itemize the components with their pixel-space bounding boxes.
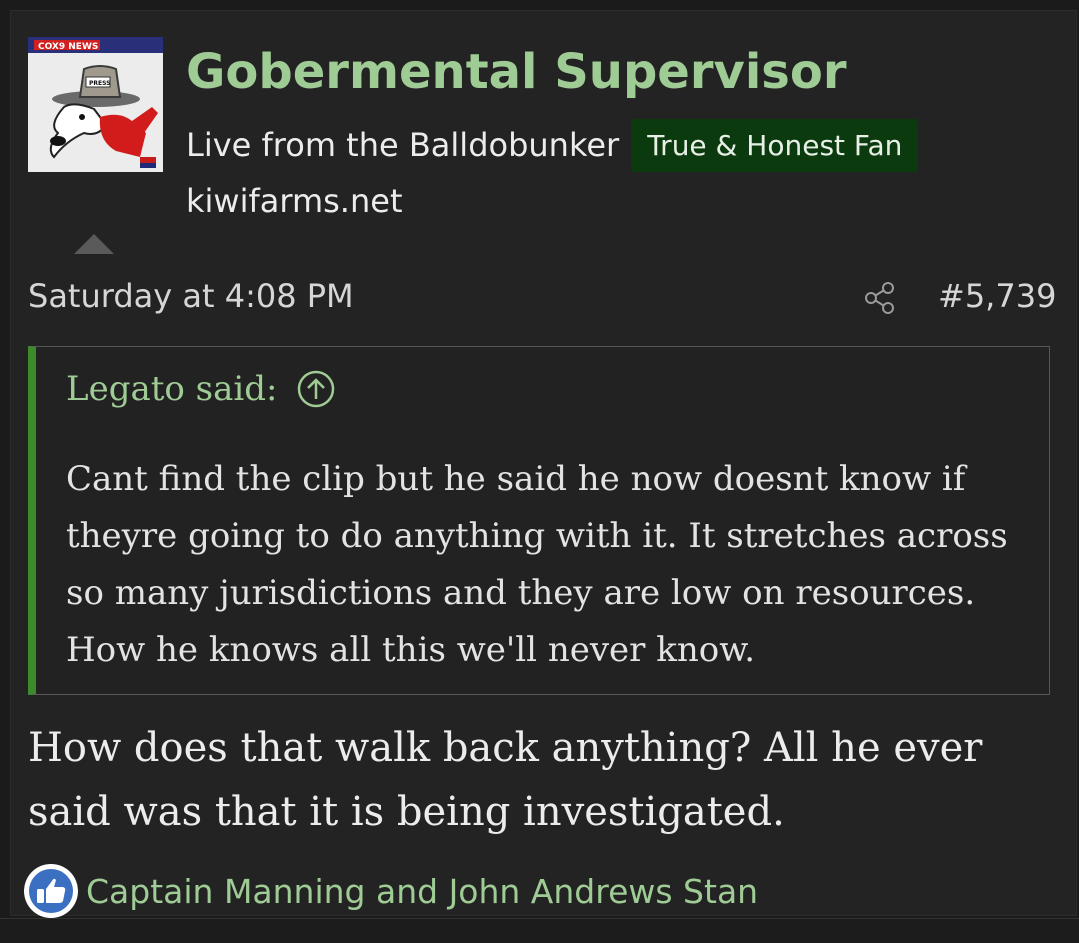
- post-number-link[interactable]: #5,739: [938, 277, 1056, 315]
- website-field[interactable]: kiwifarms.net: [186, 182, 402, 220]
- post-date[interactable]: Saturday at 4:08 PM: [28, 277, 354, 315]
- user-title: Live from the Balldobunker: [186, 126, 620, 164]
- svg-text:PRESS: PRESS: [89, 80, 111, 87]
- quote-block: Legato said: Cant find the clip but he s…: [28, 346, 1050, 695]
- svg-text:COX9 NEWS: COX9 NEWS: [38, 42, 98, 52]
- share-icon[interactable]: [862, 280, 898, 316]
- user-banner: True & Honest Fan: [631, 118, 919, 172]
- post-body: How does that walk back anything? All he…: [28, 725, 983, 835]
- bottom-bar: [0, 918, 1079, 943]
- reactions-bar[interactable]: Captain Manning and John Andrews Stan: [22, 862, 758, 920]
- quote-header[interactable]: Legato said:: [66, 369, 336, 409]
- collapse-arrow-icon[interactable]: [74, 234, 114, 254]
- user-title-row: Live from the Balldobunker True & Honest…: [186, 117, 919, 173]
- quote-text: Cant find the clip but he said he now do…: [66, 459, 1008, 670]
- quote-attribution[interactable]: Legato said:: [66, 369, 278, 409]
- reaction-users[interactable]: Captain Manning and John Andrews Stan: [86, 872, 758, 911]
- avatar[interactable]: COX9 NEWS PRESS: [28, 37, 163, 172]
- like-icon[interactable]: [22, 862, 80, 920]
- username[interactable]: Gobermental Supervisor: [186, 44, 847, 100]
- arrow-up-circle-icon[interactable]: [296, 369, 336, 409]
